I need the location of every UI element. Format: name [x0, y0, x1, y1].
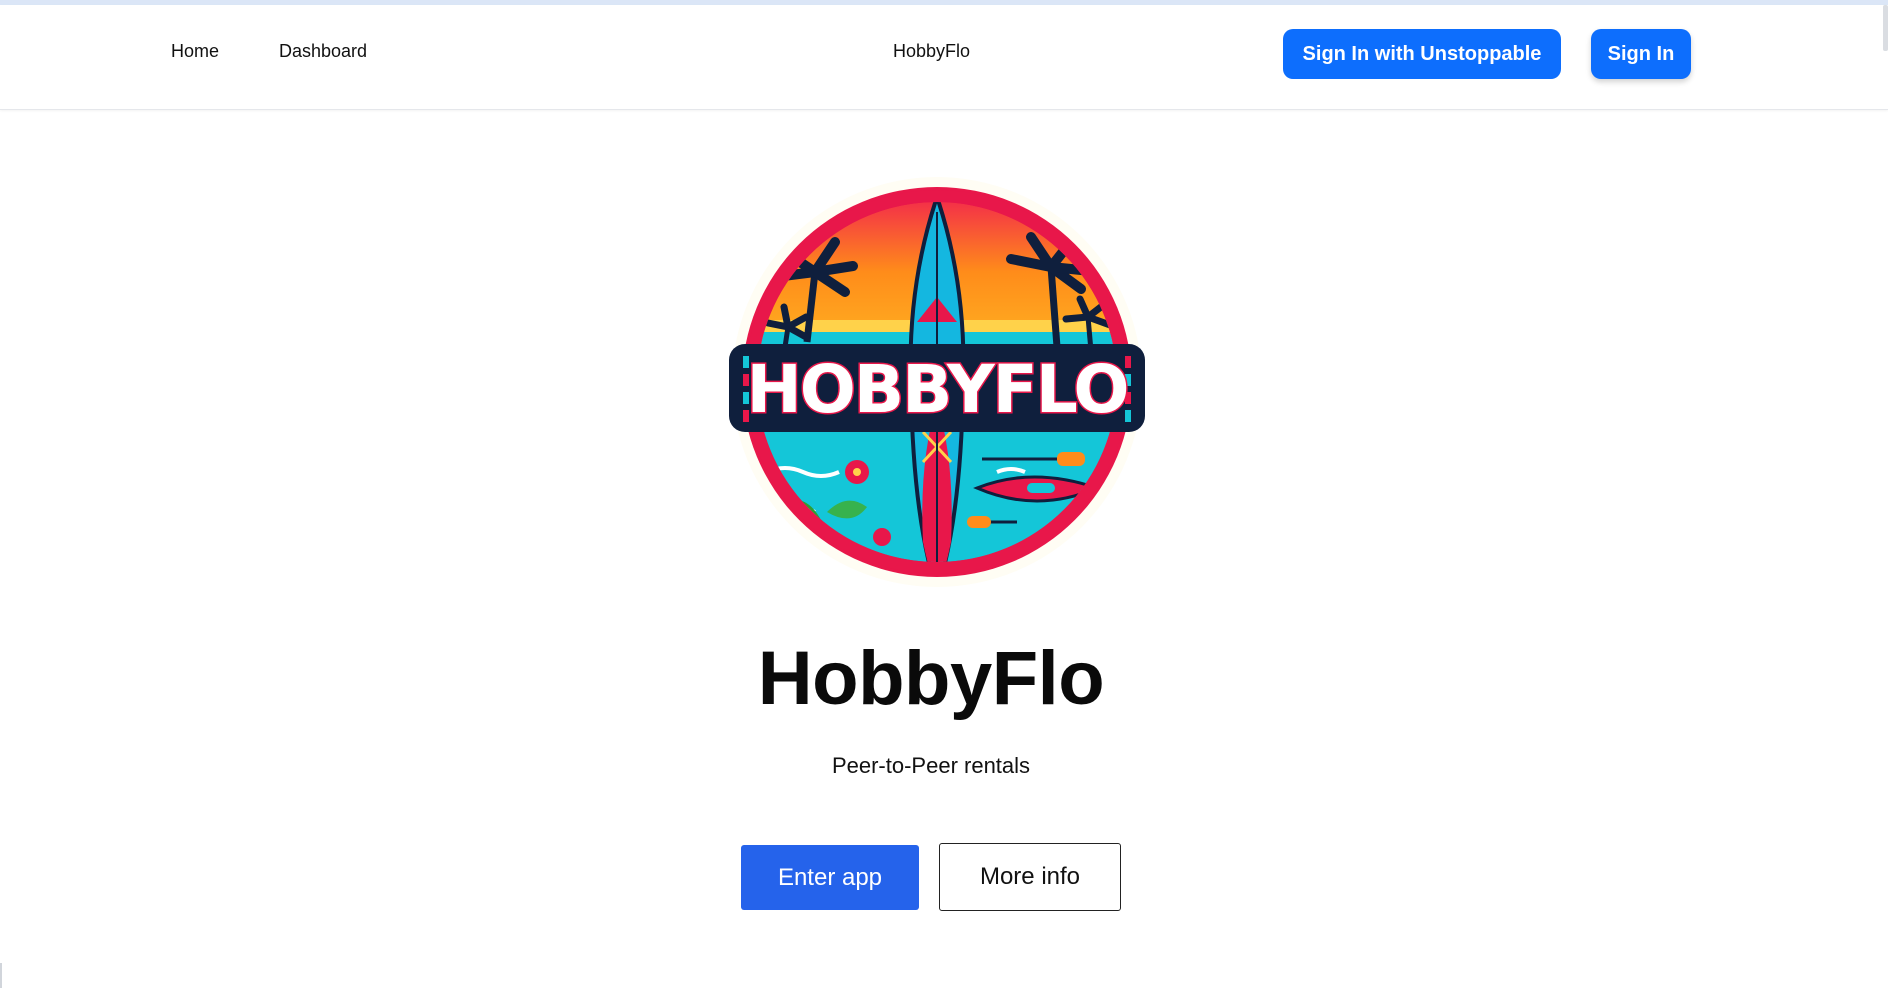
more-info-button[interactable]: More info	[939, 843, 1121, 911]
nav-dashboard-link[interactable]: Dashboard	[279, 41, 367, 62]
nav-home-link[interactable]: Home	[171, 41, 219, 62]
hero-title: HobbyFlo	[757, 636, 1105, 721]
page: Home Dashboard HobbyFlo Sign In with Uns…	[0, 0, 1888, 988]
logo-text: HOBBYFLO	[746, 351, 1127, 428]
nav-brand-link[interactable]: HobbyFlo	[893, 41, 970, 62]
sign-in-unstoppable-button[interactable]: Sign In with Unstoppable	[1283, 29, 1561, 79]
bottom-edge-marker	[0, 963, 2, 988]
hero-subtitle: Peer-to-Peer rentals	[831, 753, 1031, 778]
scrollbar-thumb[interactable]	[1883, 5, 1888, 51]
logo-graphic: HOBBYFLO	[729, 177, 1145, 587]
enter-app-button[interactable]: Enter app	[741, 845, 919, 910]
hobbyflo-logo-icon: HOBBYFLO	[727, 172, 1147, 592]
top-navbar: Home Dashboard HobbyFlo Sign In with Uns…	[0, 5, 1888, 110]
sign-in-button[interactable]: Sign In	[1591, 29, 1691, 79]
